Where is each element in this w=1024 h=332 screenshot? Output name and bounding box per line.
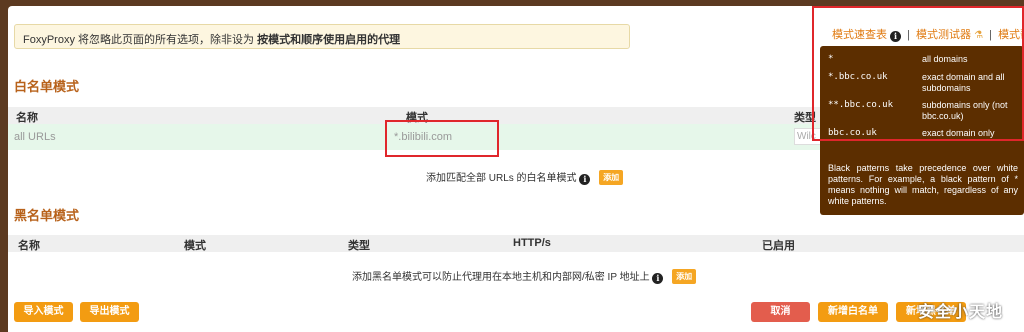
cheatsheet-note: Black patterns take precedence over whit…	[828, 163, 1018, 206]
new-whitelist-button[interactable]: 新增白名单	[818, 302, 888, 322]
column-header-pattern: 模式	[184, 240, 206, 252]
whitelist-title: 白名单模式	[14, 79, 80, 94]
column-header-enabled: 已启用	[762, 240, 795, 252]
cancel-button[interactable]: 取消	[751, 302, 810, 322]
blacklist-table-header: 名称 模式 类型 HTTP/s 已启用	[8, 235, 1024, 252]
info-icon[interactable]: i	[652, 273, 664, 284]
pattern-highlight-box	[385, 120, 499, 157]
export-patterns-button[interactable]: 导出模式	[80, 302, 139, 322]
blacklist-add-text: 添加黑名单模式可以防止代理用在本地主机和内部网/私密 IP 地址上	[352, 272, 650, 283]
whitelist-add-row: 添加匹配全部 URLs 的白名单模式 i 添加	[426, 169, 624, 185]
column-header-name: 名称	[16, 112, 38, 124]
add-blacklist-local-button[interactable]: 添加	[672, 269, 697, 284]
blacklist-add-row: 添加黑名单模式可以防止代理用在本地主机和内部网/私密 IP 地址上 i 添加	[352, 268, 697, 284]
notice-text: FoxyProxy 将忽略此页面的所有选项，除非设为	[23, 34, 258, 46]
notice-mode-name: 按模式和顺序使用启用的代理	[257, 34, 401, 46]
add-whitelist-all-button[interactable]: 添加	[599, 170, 624, 185]
blacklist-title: 黑名单模式	[14, 208, 80, 223]
column-header-https: HTTP/s	[513, 237, 551, 249]
tooltip-highlight-box	[812, 6, 1024, 141]
column-header-type: 类型	[348, 240, 370, 252]
watermark-text: 安全小天地	[918, 304, 1004, 321]
pattern-name-field[interactable]: all URLs	[14, 131, 56, 143]
import-patterns-button[interactable]: 导入模式	[14, 302, 73, 322]
column-header-name: 名称	[18, 240, 40, 252]
whitelist-add-text: 添加匹配全部 URLs 的白名单模式	[426, 173, 577, 184]
mode-notice: FoxyProxy 将忽略此页面的所有选项，除非设为 按模式和顺序使用启用的代理	[14, 24, 630, 49]
info-icon[interactable]: i	[579, 174, 591, 185]
patterns-panel: FoxyProxy 将忽略此页面的所有选项，除非设为 按模式和顺序使用启用的代理…	[8, 6, 1024, 332]
